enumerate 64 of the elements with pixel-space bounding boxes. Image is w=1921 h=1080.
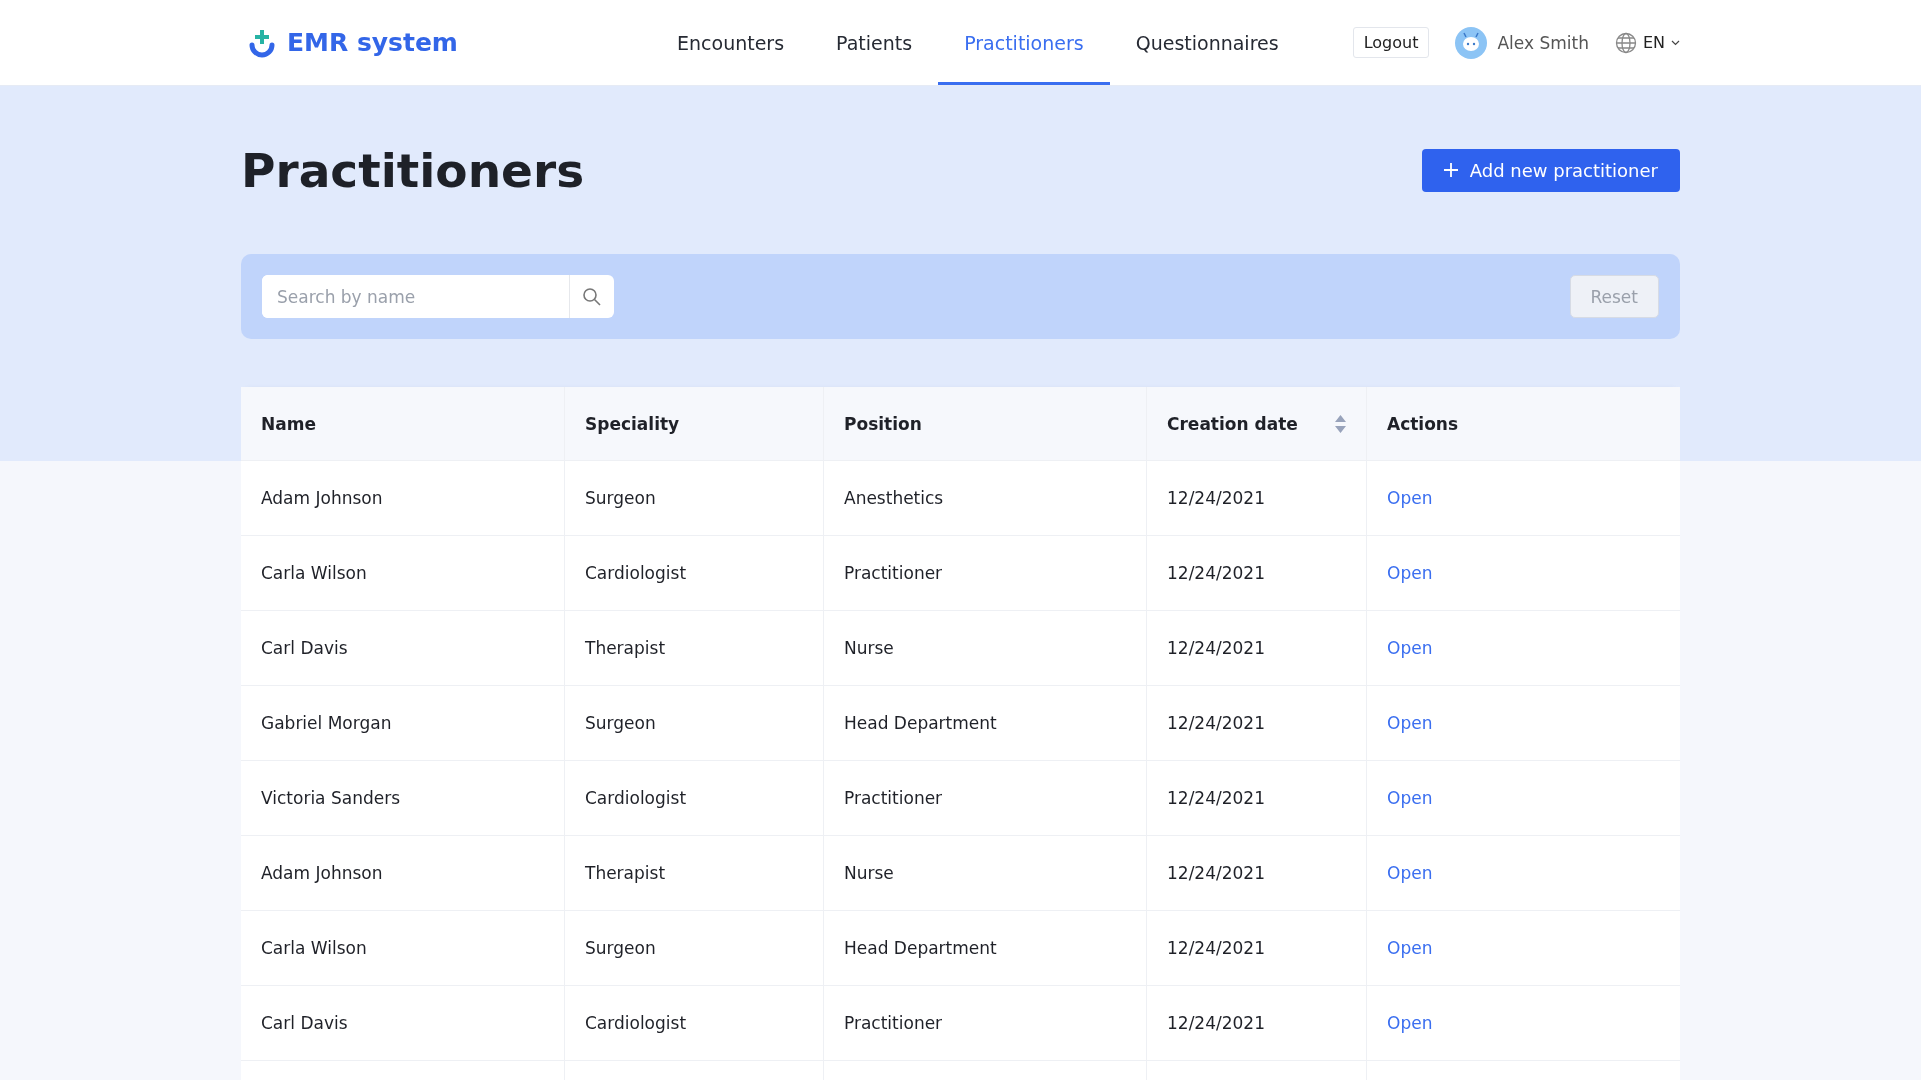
- table-cell: 12/24/2021: [1167, 938, 1265, 958]
- table-cell: Cardiologist: [585, 1013, 687, 1033]
- open-link[interactable]: Open: [1387, 1013, 1433, 1033]
- table-cell: 12/24/2021: [1167, 788, 1265, 808]
- open-link[interactable]: Open: [1387, 638, 1433, 658]
- table-cell: Carl Davis: [261, 1013, 348, 1033]
- logout-button[interactable]: Logout: [1352, 27, 1430, 58]
- nav-tab[interactable]: Practitioners: [938, 0, 1110, 85]
- table-cell: Surgeon: [585, 938, 656, 958]
- table-cell: Practitioner: [844, 788, 943, 808]
- table-cell: Cardiologist: [585, 563, 687, 583]
- nav-tab[interactable]: Patients: [810, 0, 939, 85]
- page-title: Practitioners: [241, 142, 585, 198]
- table-cell: Practitioner: [844, 1013, 943, 1033]
- sort-icon[interactable]: [1335, 414, 1346, 433]
- table-cell: 12/24/2021: [1167, 1013, 1265, 1033]
- search-field[interactable]: Search by name: [262, 275, 614, 318]
- table-cell: Surgeon: [585, 713, 656, 733]
- column-header: Actions: [1387, 413, 1459, 434]
- app-title: EMR system: [287, 28, 458, 57]
- table-cell: Practitioner: [844, 563, 943, 583]
- user-name: Alex Smith: [1497, 32, 1589, 53]
- table-cell: Head Department: [844, 713, 997, 733]
- table-cell: Nurse: [844, 638, 894, 658]
- nav-tab[interactable]: Questionnaires: [1109, 0, 1305, 85]
- table-cell: 12/24/2021: [1167, 863, 1265, 883]
- plus-icon: [1443, 163, 1458, 177]
- table-cell: Therapist: [585, 863, 666, 883]
- reset-button[interactable]: Reset: [1569, 275, 1659, 318]
- table-cell: 12/24/2021: [1167, 713, 1265, 733]
- table-cell: 12/24/2021: [1167, 488, 1265, 508]
- nav-tab[interactable]: Encounters: [651, 0, 811, 85]
- open-link[interactable]: Open: [1387, 563, 1433, 583]
- open-link[interactable]: Open: [1387, 713, 1433, 733]
- search-icon[interactable]: [582, 286, 602, 307]
- globe-icon[interactable]: [1614, 31, 1637, 54]
- table-cell: Anesthetics: [844, 488, 944, 508]
- table-cell: 12/24/2021: [1167, 563, 1265, 583]
- column-header: Creation date: [1167, 413, 1298, 434]
- chevron-down-icon[interactable]: [1671, 39, 1680, 46]
- table-cell: Gabriel Morgan: [261, 713, 392, 733]
- table-cell: Head Department: [844, 938, 997, 958]
- open-link[interactable]: Open: [1387, 788, 1433, 808]
- open-link[interactable]: Open: [1387, 863, 1433, 883]
- open-link[interactable]: Open: [1387, 938, 1433, 958]
- table-cell: Adam Johnson: [261, 488, 383, 508]
- table-cell: 12/24/2021: [1167, 638, 1265, 658]
- table-cell: Carl Davis: [261, 638, 348, 658]
- table-cell: Victoria Sanders: [261, 788, 400, 808]
- table-cell: Carla Wilson: [261, 938, 367, 958]
- table-cell: Adam Johnson: [261, 863, 383, 883]
- logo-icon: [249, 27, 275, 58]
- table-cell: Surgeon: [585, 488, 656, 508]
- table-cell: Therapist: [585, 638, 666, 658]
- column-header: Name: [261, 413, 316, 434]
- column-header: Speciality: [585, 413, 680, 434]
- column-header: Position: [844, 413, 922, 434]
- open-link[interactable]: Open: [1387, 488, 1433, 508]
- language-selector[interactable]: EN: [1642, 33, 1665, 52]
- table-cell: Carla Wilson: [261, 563, 367, 583]
- table-cell: Cardiologist: [585, 788, 687, 808]
- avatar-icon[interactable]: [1455, 26, 1488, 59]
- table-cell: Nurse: [844, 863, 894, 883]
- add-practitioner-button[interactable]: Add new practitioner: [1421, 148, 1680, 192]
